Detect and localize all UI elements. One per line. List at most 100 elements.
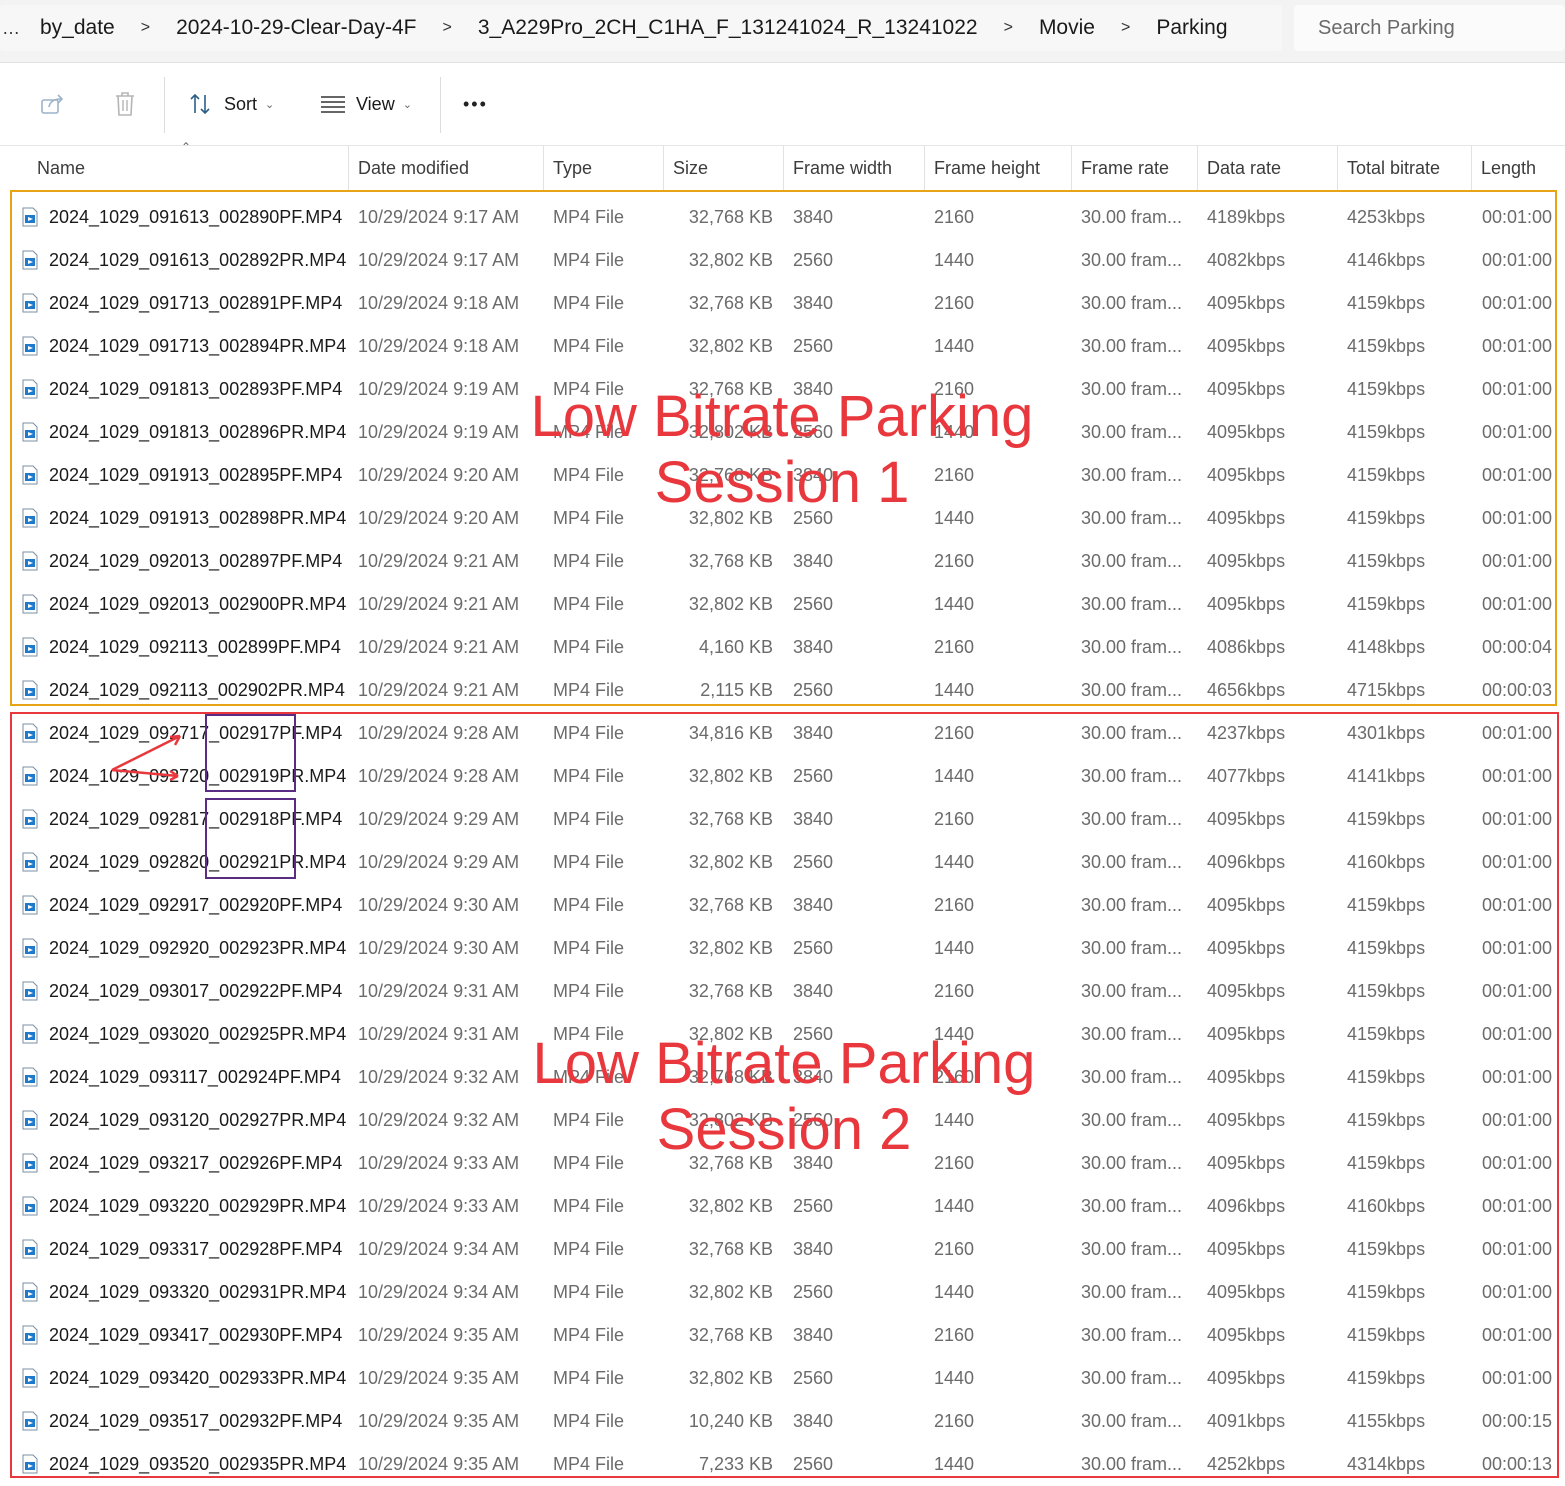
table-row[interactable]: 2024_1029_092113_002902PR.MP4 10/29/2024 … — [0, 669, 1565, 712]
file-total-bitrate: 4715kbps — [1347, 680, 1426, 700]
search-input[interactable]: Search Parking — [1294, 5, 1565, 51]
video-file-icon — [22, 809, 38, 829]
more-options-button[interactable]: ••• — [463, 63, 488, 145]
table-row[interactable]: 2024_1029_091713_002891PF.MP4 10/29/2024 … — [0, 282, 1565, 325]
file-type: MP4 File — [553, 293, 625, 313]
column-divider[interactable] — [663, 146, 664, 190]
table-row[interactable]: 2024_1029_092717_002917PF.MP4 10/29/2024 … — [0, 712, 1565, 755]
table-row[interactable]: 2024_1029_092817_002918PF.MP4 10/29/2024 … — [0, 798, 1565, 841]
column-header-frame-width[interactable]: Frame width — [793, 146, 892, 190]
file-name: 2024_1029_093220_002929PR.MP4 — [49, 1196, 347, 1216]
breadcrumb-item-date-folder[interactable]: 2024-10-29-Clear-Day-4F — [176, 16, 416, 40]
file-name: 2024_1029_092720_002919PR.MP4 — [49, 766, 347, 786]
file-length: 00:01:00 — [1482, 1239, 1553, 1259]
file-data-rate: 4095kbps — [1207, 1110, 1286, 1130]
breadcrumb-item-camera-folder[interactable]: 3_A229Pro_2CH_C1HA_F_131241024_R_1324102… — [478, 16, 978, 40]
table-row[interactable]: 2024_1029_092920_002923PR.MP4 10/29/2024 … — [0, 927, 1565, 970]
file-name: 2024_1029_091713_002894PR.MP4 — [49, 336, 347, 356]
table-row[interactable]: 2024_1029_092720_002919PR.MP4 10/29/2024 … — [0, 755, 1565, 798]
file-size: 10,240 KB — [688, 1411, 773, 1431]
column-divider[interactable] — [924, 146, 925, 190]
video-file-icon — [22, 938, 38, 958]
file-data-rate: 4237kbps — [1207, 723, 1286, 743]
table-row[interactable]: 2024_1029_092820_002921PR.MP4 10/29/2024 … — [0, 841, 1565, 884]
file-name: 2024_1029_092717_002917PF.MP4 — [49, 723, 343, 743]
column-header-frame-rate[interactable]: Frame rate — [1081, 146, 1169, 190]
video-file-icon — [22, 293, 38, 313]
table-row[interactable]: 2024_1029_093320_002931PR.MP4 10/29/2024 … — [0, 1271, 1565, 1314]
chevron-right-icon[interactable]: > — [1004, 19, 1013, 37]
column-divider[interactable] — [1071, 146, 1072, 190]
file-type: MP4 File — [553, 723, 625, 743]
column-divider[interactable] — [1197, 146, 1198, 190]
file-date-modified: 10/29/2024 9:34 AM — [358, 1282, 520, 1302]
column-header-frame-height[interactable]: Frame height — [934, 146, 1040, 190]
column-header-total-bitrate[interactable]: Total bitrate — [1347, 146, 1440, 190]
file-size: 34,816 KB — [688, 723, 773, 743]
video-file-icon — [22, 422, 38, 442]
column-divider[interactable] — [1471, 146, 1472, 190]
file-frame-height: 2160 — [934, 895, 975, 915]
breadcrumb-overflow[interactable]: … — [2, 18, 20, 39]
column-divider[interactable] — [1337, 146, 1338, 190]
file-frame-width: 3840 — [793, 637, 834, 657]
column-divider[interactable] — [543, 146, 544, 190]
table-row[interactable]: 2024_1029_093220_002929PR.MP4 10/29/2024 … — [0, 1185, 1565, 1228]
chevron-down-icon: ⌄ — [402, 98, 412, 111]
chevron-right-icon[interactable]: > — [443, 19, 452, 37]
table-row[interactable]: 2024_1029_091613_002892PR.MP4 10/29/2024 … — [0, 239, 1565, 282]
file-name: 2024_1029_091913_002898PR.MP4 — [49, 508, 347, 528]
table-row[interactable]: 2024_1029_093417_002930PF.MP4 10/29/2024 … — [0, 1314, 1565, 1357]
file-data-rate: 4095kbps — [1207, 379, 1286, 399]
view-button[interactable]: View ⌄ — [320, 63, 412, 145]
table-row[interactable]: 2024_1029_093317_002928PF.MP4 10/29/2024 … — [0, 1228, 1565, 1271]
column-header-size[interactable]: Size — [673, 146, 708, 190]
file-data-rate: 4096kbps — [1207, 1196, 1286, 1216]
search-placeholder: Search Parking — [1318, 16, 1455, 39]
table-row[interactable]: 2024_1029_093017_002922PF.MP4 10/29/2024 … — [0, 970, 1565, 1013]
table-row[interactable]: 2024_1029_092013_002897PF.MP4 10/29/2024 … — [0, 540, 1565, 583]
file-type: MP4 File — [553, 809, 625, 829]
column-header-date-modified[interactable]: Date modified — [358, 146, 469, 190]
file-total-bitrate: 4159kbps — [1347, 1368, 1426, 1388]
column-divider[interactable] — [783, 146, 784, 190]
chevron-right-icon[interactable]: > — [1121, 19, 1130, 37]
file-data-rate: 4656kbps — [1207, 680, 1286, 700]
column-header-data-rate[interactable]: Data rate — [1207, 146, 1281, 190]
file-total-bitrate: 4159kbps — [1347, 1153, 1426, 1173]
table-row[interactable]: 2024_1029_092113_002899PF.MP4 10/29/2024 … — [0, 626, 1565, 669]
file-data-rate: 4095kbps — [1207, 422, 1286, 442]
breadcrumb-item-by-date[interactable]: by_date — [40, 16, 115, 40]
column-header-length[interactable]: Length — [1481, 146, 1536, 190]
file-type: MP4 File — [553, 1282, 625, 1302]
table-row[interactable]: 2024_1029_092013_002900PR.MP4 10/29/2024 … — [0, 583, 1565, 626]
delete-button[interactable] — [113, 63, 137, 145]
table-row[interactable]: 2024_1029_091713_002894PR.MP4 10/29/2024 … — [0, 325, 1565, 368]
table-row[interactable]: 2024_1029_091613_002890PF.MP4 10/29/2024 … — [0, 196, 1565, 239]
video-file-icon — [22, 1067, 38, 1087]
file-frame-rate: 30.00 fram... — [1081, 422, 1183, 442]
file-length: 00:01:00 — [1482, 938, 1553, 958]
file-data-rate: 4095kbps — [1207, 508, 1286, 528]
breadcrumb-item-parking[interactable]: Parking — [1156, 16, 1227, 40]
file-name: 2024_1029_093217_002926PF.MP4 — [49, 1153, 343, 1173]
file-date-modified: 10/29/2024 9:29 AM — [358, 852, 520, 872]
breadcrumb[interactable]: … by_date > 2024-10-29-Clear-Day-4F > 3_… — [0, 5, 1282, 51]
file-frame-rate: 30.00 fram... — [1081, 594, 1183, 614]
file-frame-height: 2160 — [934, 1325, 975, 1345]
file-size: 32,802 KB — [688, 1196, 773, 1216]
table-row[interactable]: 2024_1029_093520_002935PR.MP4 10/29/2024 … — [0, 1443, 1565, 1486]
breadcrumb-item-movie[interactable]: Movie — [1039, 16, 1095, 40]
chevron-right-icon[interactable]: > — [141, 19, 150, 37]
share-button[interactable] — [40, 63, 66, 145]
sort-button[interactable]: Sort ⌄ — [188, 63, 274, 145]
file-type: MP4 File — [553, 551, 625, 571]
table-row[interactable]: 2024_1029_092917_002920PF.MP4 10/29/2024 … — [0, 884, 1565, 927]
column-header-name[interactable]: Name — [37, 146, 85, 190]
table-row[interactable]: 2024_1029_093517_002932PF.MP4 10/29/2024 … — [0, 1400, 1565, 1443]
file-size: 32,768 KB — [688, 207, 773, 227]
column-divider[interactable] — [348, 146, 349, 190]
file-name: 2024_1029_092817_002918PF.MP4 — [49, 809, 343, 829]
column-header-type[interactable]: Type — [553, 146, 592, 190]
table-row[interactable]: 2024_1029_093420_002933PR.MP4 10/29/2024 … — [0, 1357, 1565, 1400]
